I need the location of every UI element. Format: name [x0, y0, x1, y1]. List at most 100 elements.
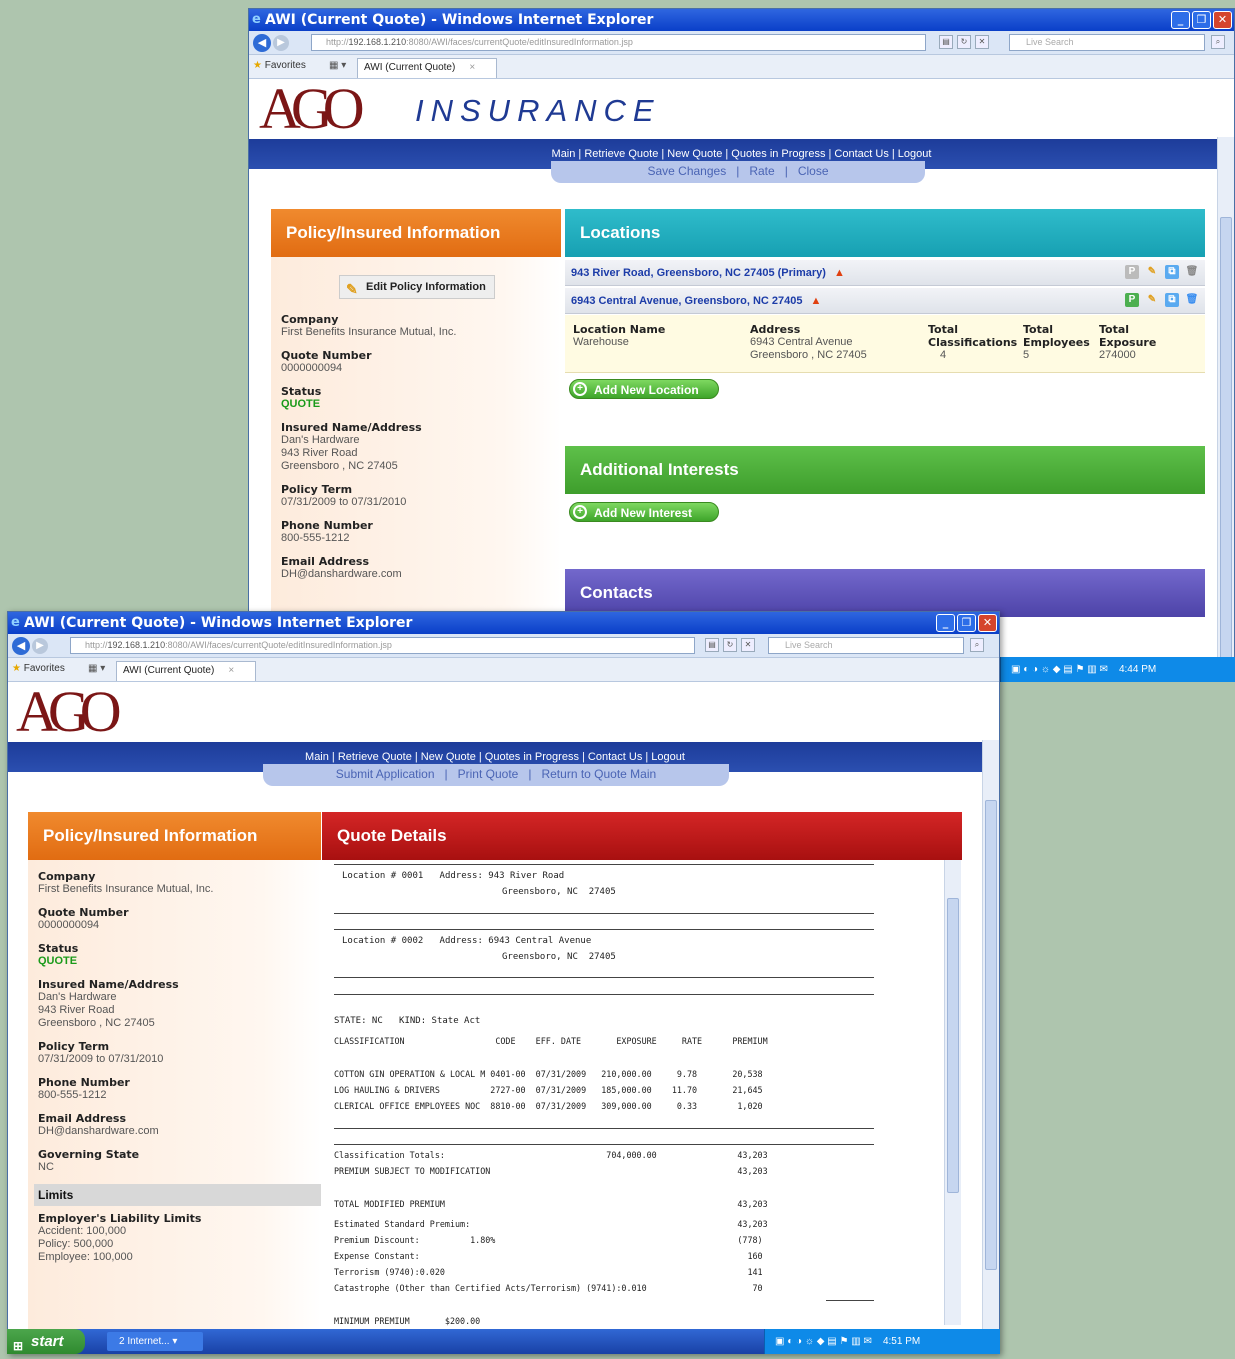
quick-tabs-icon[interactable]: ▦ ▾ — [88, 663, 105, 674]
insurance-brand: INSURANCE — [415, 93, 661, 128]
quote-total-line: Catastrophe (Other than Certified Acts/T… — [334, 1283, 763, 1293]
divider — [334, 864, 874, 865]
back-policy-heading: Policy/Insured Information — [271, 209, 561, 257]
ago-logo[interactable]: AGO — [259, 79, 365, 139]
copy-icon[interactable]: ⧉ — [1165, 293, 1179, 307]
back-system-tray: ▣ ◐ ◑ ☼ ◆ ▤ ⚑ ▥ ✉ 4:44 PM — [1000, 657, 1235, 682]
star-icon: ★ — [12, 663, 21, 674]
divider — [334, 977, 874, 978]
return-quote-main-link[interactable]: Return to Quote Main — [541, 767, 656, 781]
divider — [826, 1300, 874, 1301]
url-path: :8080/AWI/faces/currentQuote/editInsured… — [406, 37, 633, 47]
start-button[interactable]: ⊞ start — [7, 1329, 85, 1354]
quote-row: CLERICAL OFFICE EMPLOYEES NOC 8810-00 07… — [334, 1101, 763, 1111]
taskbar-ie-group[interactable]: 2 Internet... ▾ — [107, 1332, 203, 1351]
edit-icon[interactable]: ✎ — [1145, 293, 1159, 307]
quick-tabs-icon[interactable]: ▦ ▾ — [329, 60, 346, 71]
location-row-primary[interactable]: 943 River Road, Greensboro, NC 27405 (Pr… — [565, 260, 1205, 286]
favorites-button[interactable]: ★ Favorites — [253, 60, 306, 71]
back-url-field[interactable]: http://192.168.1.210:8080/AWI/faces/curr… — [311, 34, 926, 51]
favorites-button[interactable]: ★ Favorites — [12, 663, 65, 674]
restore-icon[interactable]: ❐ — [1192, 11, 1211, 29]
quote-total-line: Expense Constant: 160 — [334, 1251, 763, 1261]
quote-total-line: Estimated Standard Premium: 43,203 — [334, 1219, 768, 1229]
quote-total-line: TOTAL MODIFIED PREMIUM 43,203 — [334, 1199, 768, 1209]
back-title-bar[interactable]: e AWI (Current Quote) - Windows Internet… — [249, 9, 1234, 31]
front-window-title: AWI (Current Quote) - Windows Internet E… — [24, 615, 413, 631]
close-tab-icon[interactable]: × — [469, 62, 475, 73]
restore-icon[interactable]: ❐ — [957, 614, 976, 632]
quote-total-line: Classification Totals: 704,000.00 43,203 — [334, 1150, 768, 1160]
search-icon[interactable]: ⌕ — [970, 638, 984, 652]
minimize-icon[interactable]: _ — [936, 614, 955, 632]
status-field: Status QUOTE — [281, 385, 322, 410]
front-tab[interactable]: AWI (Current Quote) × — [116, 661, 256, 681]
close-icon[interactable]: ✕ — [1213, 11, 1232, 29]
policy-term-field: Policy Term 07/31/2009 to 07/31/2010 — [281, 483, 407, 508]
status-field: Status QUOTE — [38, 942, 79, 967]
front-url-field[interactable]: http://192.168.1.210:8080/AWI/faces/curr… — [70, 637, 695, 654]
back-search-input[interactable]: Live Search — [1009, 34, 1205, 51]
compat-icon[interactable]: ▤ — [705, 638, 719, 652]
location-row-2[interactable]: 6943 Central Avenue, Greensboro, NC 2740… — [565, 288, 1205, 314]
quote-total-line: Premium Discount: 1.80% (778) — [334, 1235, 763, 1245]
back-scrollbar[interactable] — [1217, 137, 1234, 657]
submit-application-link[interactable]: Submit Application — [336, 767, 435, 781]
back-tab[interactable]: AWI (Current Quote) × — [357, 58, 497, 78]
quote-table-header: CLASSIFICATION CODE EFF. DATE EXPOSURE R… — [334, 1036, 768, 1046]
add-interest-button[interactable]: + Add New Interest — [569, 502, 719, 522]
quote-total-line: Terrorism (9740):0.020 141 — [334, 1267, 763, 1277]
ago-logo[interactable]: AGO — [16, 682, 122, 742]
front-subnav: Submit Application | Print Quote | Retur… — [263, 764, 729, 786]
rate-link[interactable]: Rate — [749, 164, 774, 178]
print-quote-link[interactable]: Print Quote — [458, 767, 519, 781]
minimize-icon[interactable]: _ — [1171, 11, 1190, 29]
stop-icon[interactable]: ✕ — [975, 35, 989, 49]
quote-loc2-city: Greensboro, NC 27405 — [502, 952, 616, 962]
back-policy-panel: ✎ Edit Policy Information Company First Be… — [271, 257, 561, 657]
front-taskbar: ⊞ start 2 Internet... ▾ ▣ ◐ ◑ ☼ ◆ ▤ ⚑ ▥ ✉… — [7, 1329, 1000, 1354]
front-header: AGO — [8, 682, 999, 742]
close-link[interactable]: Close — [798, 164, 829, 178]
ie-icon: e — [11, 615, 20, 630]
forward-arrow-icon[interactable]: ▶ — [273, 35, 289, 51]
quote-details-heading: Quote Details — [322, 812, 962, 860]
refresh-icon[interactable]: ↻ — [723, 638, 737, 652]
forward-arrow-icon[interactable]: ▶ — [32, 638, 48, 654]
trash-icon[interactable]: 🗑 — [1185, 293, 1199, 307]
close-icon[interactable]: ✕ — [978, 614, 997, 632]
back-subnav: Save Changes | Rate | Close — [551, 161, 925, 183]
front-search-input[interactable]: Live Search — [768, 637, 964, 654]
quote-state-line: STATE: NC KIND: State Act — [334, 1016, 481, 1026]
edit-icon[interactable]: ✎ — [1145, 265, 1159, 279]
phone-field: Phone Number 800-555-1212 — [38, 1076, 130, 1101]
back-clock: 4:44 PM — [1118, 664, 1157, 675]
email-field: Email Address DH@danshardware.com — [281, 555, 402, 580]
p-icon[interactable]: P — [1125, 293, 1139, 307]
stop-icon[interactable]: ✕ — [741, 638, 755, 652]
trash-icon[interactable]: 🗑 — [1185, 265, 1199, 279]
quote-row: COTTON GIN OPERATION & LOCAL M 0401-00 0… — [334, 1069, 763, 1079]
phone-field: Phone Number 800-555-1212 — [281, 519, 373, 544]
plus-icon: + — [573, 505, 587, 519]
front-clock: 4:51 PM — [882, 1336, 921, 1347]
refresh-icon[interactable]: ↻ — [957, 35, 971, 49]
save-changes-link[interactable]: Save Changes — [647, 164, 726, 178]
front-scrollbar[interactable] — [982, 740, 999, 1330]
search-icon[interactable]: ⌕ — [1211, 35, 1225, 49]
back-arrow-icon[interactable]: ◀ — [12, 637, 30, 655]
divider — [334, 913, 874, 914]
quote-number-field: Quote Number 0000000094 — [281, 349, 372, 374]
p-icon[interactable]: P — [1125, 265, 1139, 279]
company-field: Company First Benefits Insurance Mutual, … — [38, 870, 214, 895]
copy-icon[interactable]: ⧉ — [1165, 265, 1179, 279]
add-location-button[interactable]: + Add New Location — [569, 379, 719, 399]
compat-icon[interactable]: ▤ — [939, 35, 953, 49]
back-arrow-icon[interactable]: ◀ — [253, 34, 271, 52]
front-title-bar[interactable]: e AWI (Current Quote) - Windows Internet… — [8, 612, 999, 634]
front-system-tray: ▣ ◐ ◑ ☼ ◆ ▤ ⚑ ▥ ✉ 4:51 PM — [764, 1329, 1000, 1354]
quote-scrollbar[interactable] — [944, 860, 961, 1325]
close-tab-icon[interactable]: × — [228, 665, 234, 676]
edit-policy-button[interactable]: ✎ Edit Policy Information — [339, 275, 495, 299]
front-policy-panel: Company First Benefits Insurance Mutual, … — [28, 860, 321, 1353]
